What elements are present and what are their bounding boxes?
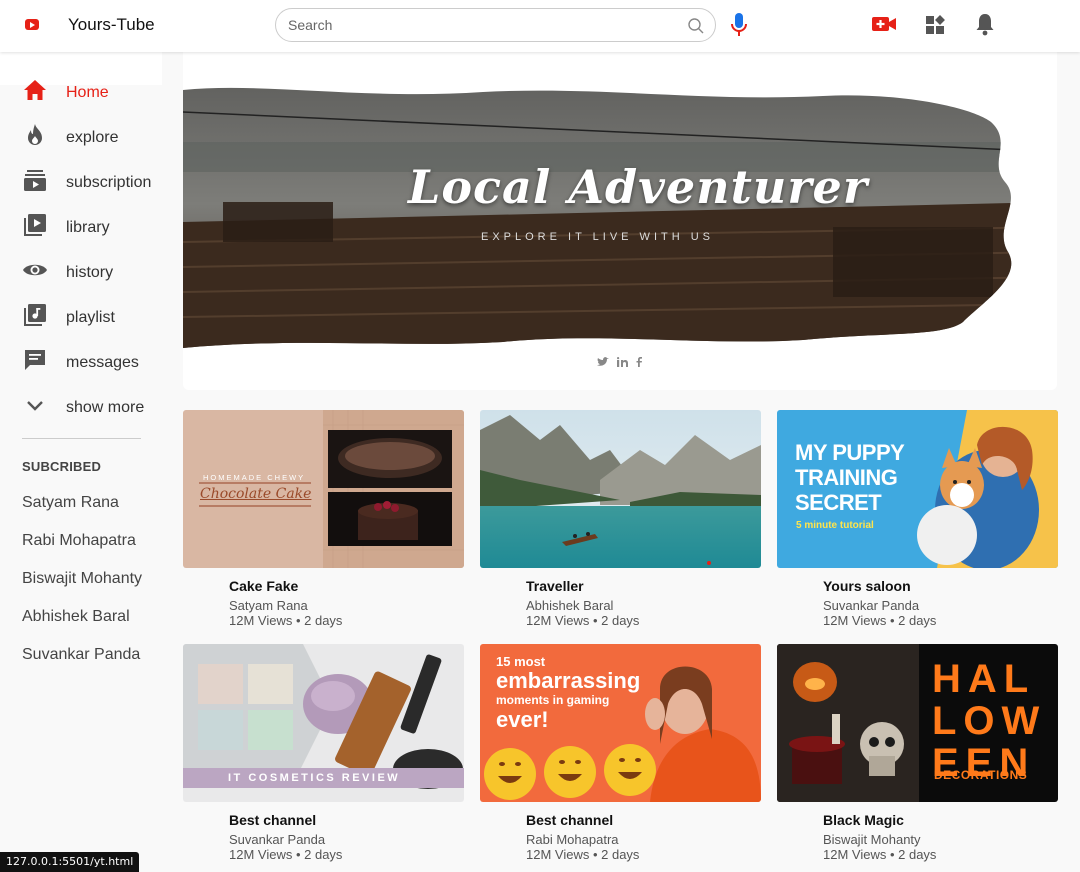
twitter-icon[interactable] [597,357,609,367]
video-meta: 12M Views • 2 days [823,613,937,628]
top-bar: Yours-Tube [0,0,1080,52]
sidebar-item-label: Home [66,84,109,101]
subscribed-channel[interactable]: Abhishek Baral [22,608,130,626]
thumbnail-line: SECRET [795,490,882,515]
sidebar-item-library[interactable]: library [0,207,162,243]
flame-icon [28,124,42,145]
video-channel[interactable]: Rabi Mohapatra [526,832,619,847]
sidebar-item-label: playlist [66,309,115,326]
sidebar-item-subscription[interactable]: subscription [0,162,162,198]
video-title[interactable]: Black Magic [823,812,904,828]
subscribed-channel[interactable]: Biswajit Mohanty [22,570,142,588]
library-icon [24,214,46,236]
thumbnail-line: 15 most [496,654,546,669]
video-title[interactable]: Traveller [526,578,584,594]
sidebar-item-label: explore [66,129,119,146]
video-card[interactable]: 15 most embarrassing moments in gaming e… [480,644,761,862]
sidebar-item-history[interactable]: history [0,252,162,288]
thumbnail-text: 15 most embarrassing moments in gaming e… [496,654,640,733]
sidebar-divider [22,438,141,439]
thumbnail-line: HAL [932,657,1036,701]
thumbnail-text: HOMEMADE CHEWY [203,473,306,482]
thumbnail-text: 5 minute tutorial [796,520,874,531]
subscribed-channel[interactable]: Rabi Mohapatra [22,532,136,550]
video-card[interactable]: MY PUPPY TRAINING SECRET 5 minute tutori… [777,410,1058,628]
sidebar-item-label: messages [66,354,139,371]
video-card[interactable]: HAL LOW EEN DECORATIONS Black Magic Bisw… [777,644,1058,862]
sidebar-item-playlist[interactable]: playlist [0,297,162,333]
thumbnail-line: embarrassing [496,668,641,693]
banner-title: Local Adventurer [408,160,869,214]
search-input[interactable] [288,17,668,33]
bell-icon[interactable] [974,12,996,36]
video-meta: 12M Views • 2 days [823,847,937,862]
video-meta: 12M Views • 2 days [229,847,343,862]
video-channel[interactable]: Suvankar Panda [823,598,919,613]
banner-image [183,87,1012,348]
video-channel[interactable]: Satyam Rana [229,598,308,613]
subscribed-channel[interactable]: Satyam Rana [22,494,119,512]
browser-status-url: 127.0.0.1:5501/yt.html [0,852,140,872]
video-thumbnail[interactable]: HAL LOW EEN DECORATIONS [777,644,1058,802]
thumbnail-line: moments in gaming [496,693,610,707]
thumbnail-text: DECORATIONS [934,768,1028,782]
youtube-logo-icon[interactable] [25,19,39,30]
thumbnail-text: MY PUPPY TRAINING SECRET [795,440,905,515]
channel-banner: Local Adventurer EXPLORE IT LIVE WITH US [183,52,1057,390]
video-title[interactable]: Best channel [229,812,316,828]
thumbnail-line: TRAINING [795,465,898,490]
video-card[interactable]: Traveller Abhishek Baral 12M Views • 2 d… [480,410,761,628]
thumbnail-line: MY PUPPY [795,440,905,465]
home-icon [24,80,46,100]
sidebar-item-home[interactable]: Home [0,72,162,108]
video-thumbnail[interactable] [480,410,761,568]
search-box[interactable] [275,8,716,42]
thumbnail-text: Chocolate Cake [200,486,312,502]
video-meta: 12M Views • 2 days [526,613,640,628]
app-title[interactable]: Yours-Tube [68,15,155,35]
subscription-icon [24,170,46,191]
video-thumbnail[interactable]: IT COSMETICS REVIEW [183,644,464,802]
video-card[interactable]: HOMEMADE CHEWY Chocolate Cake Cake Fake … [183,410,464,628]
sidebar-item-label: history [66,264,114,281]
thumbnail-line: ever! [496,707,549,732]
thumbnail-text: HAL LOW EEN [932,658,1046,784]
video-channel[interactable]: Abhishek Baral [526,598,613,613]
subscribed-heading: SUBCRIBED [22,459,102,474]
video-title[interactable]: Best channel [526,812,613,828]
video-title[interactable]: Cake Fake [229,578,298,594]
thumbnail-line: LOW [932,699,1047,743]
apps-icon[interactable] [924,14,946,36]
chevron-down-icon [27,401,43,411]
facebook-icon[interactable] [636,357,642,367]
video-meta: 12M Views • 2 days [526,847,640,862]
linkedin-icon[interactable] [617,357,628,367]
search-icon[interactable] [687,17,705,35]
sidebar-item-label: library [66,219,110,236]
video-card[interactable]: IT COSMETICS REVIEW Best channel Suvanka… [183,644,464,862]
message-icon [25,350,45,370]
mic-icon[interactable] [729,12,749,38]
video-title[interactable]: Yours saloon [823,578,911,594]
video-channel[interactable]: Suvankar Panda [229,832,325,847]
video-thumbnail[interactable]: HOMEMADE CHEWY Chocolate Cake [183,410,464,568]
video-add-icon[interactable] [871,14,897,34]
sidebar-item-messages[interactable]: messages [0,342,162,378]
video-thumbnail[interactable]: MY PUPPY TRAINING SECRET 5 minute tutori… [777,410,1058,568]
sidebar-item-label: show more [66,399,145,416]
sidebar-item-label: subscription [66,174,152,191]
sidebar-item-show-more[interactable]: show more [0,387,162,423]
sidebar-item-explore[interactable]: explore [0,117,162,153]
banner-subtitle: EXPLORE IT LIVE WITH US [481,231,714,243]
thumbnail-text: IT COSMETICS REVIEW [228,772,401,784]
subscribed-channel[interactable]: Suvankar Panda [22,646,140,664]
video-meta: 12M Views • 2 days [229,613,343,628]
video-channel[interactable]: Biswajit Mohanty [823,832,921,847]
video-thumbnail[interactable]: 15 most embarrassing moments in gaming e… [480,644,761,802]
eye-icon [23,264,47,276]
playlist-icon [24,304,46,326]
